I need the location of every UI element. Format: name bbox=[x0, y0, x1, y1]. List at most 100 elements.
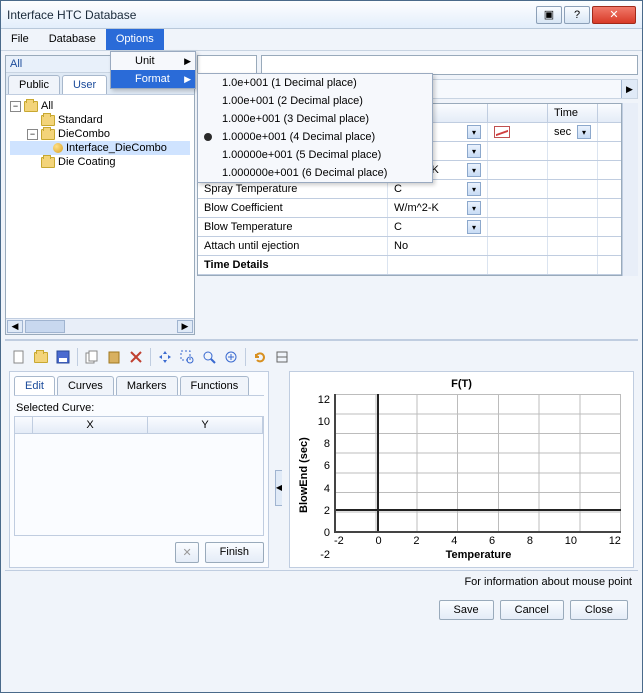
close-window-button[interactable]: ✕ bbox=[592, 6, 636, 24]
tab-edit[interactable]: Edit bbox=[14, 376, 55, 395]
curve-toolbar bbox=[5, 345, 638, 369]
tree-scrollbar-x[interactable]: ◀ ▶ bbox=[6, 318, 194, 334]
menu-database[interactable]: Database bbox=[39, 29, 106, 50]
format-option-2[interactable]: 1.00e+001 (2 Decimal place) bbox=[198, 92, 432, 110]
tree-tab-public[interactable]: Public bbox=[8, 75, 60, 94]
tick: 12 bbox=[312, 394, 330, 406]
chevron-down-icon[interactable]: ▾ bbox=[467, 182, 481, 196]
delete-button[interactable] bbox=[126, 347, 146, 367]
scroll-left-icon[interactable]: ◀ bbox=[7, 320, 23, 333]
format-option-label: 1.000000e+001 (6 Decimal place) bbox=[222, 167, 387, 179]
col-value bbox=[488, 104, 548, 122]
collapse-handle[interactable]: ◀ bbox=[275, 470, 282, 506]
splitter-h[interactable] bbox=[5, 339, 638, 341]
grid-row: Blow Temperature C▾ bbox=[198, 218, 621, 237]
tree-body[interactable]: − All Standard − DieCombo bbox=[6, 95, 194, 318]
finish-button[interactable]: Finish bbox=[205, 542, 264, 563]
tick: -2 bbox=[334, 535, 344, 547]
menu-file[interactable]: File bbox=[1, 29, 39, 50]
collapse-icon[interactable]: − bbox=[10, 101, 21, 112]
chevron-right-icon: ▶ bbox=[184, 56, 191, 67]
cell-value: sec bbox=[554, 126, 571, 138]
window-title: Interface HTC Database bbox=[7, 8, 536, 22]
tree-node-interface-diecombo[interactable]: Interface_DieCombo bbox=[10, 141, 190, 155]
chevron-down-icon[interactable]: ▾ bbox=[467, 144, 481, 158]
tab-functions[interactable]: Functions bbox=[180, 376, 250, 395]
tree-node-label: Standard bbox=[58, 114, 103, 126]
tree-node-standard[interactable]: Standard bbox=[10, 113, 190, 127]
scroll-right-icon[interactable]: ▶ bbox=[177, 320, 193, 333]
save-button[interactable] bbox=[53, 347, 73, 367]
tick: 12 bbox=[609, 535, 621, 547]
tree-panel: All Public User − All Standard bbox=[5, 55, 195, 335]
tree-node-diecombo[interactable]: − DieCombo bbox=[10, 127, 190, 141]
move-button[interactable] bbox=[155, 347, 175, 367]
reset-button[interactable] bbox=[250, 347, 270, 367]
cancel-button[interactable]: Cancel bbox=[500, 600, 564, 620]
format-option-1[interactable]: 1.0e+001 (1 Decimal place) bbox=[198, 74, 432, 92]
paste-button[interactable] bbox=[104, 347, 124, 367]
save-button[interactable]: Save bbox=[439, 600, 494, 620]
submenu-format[interactable]: Format▶ bbox=[111, 70, 195, 88]
scroll-track[interactable] bbox=[66, 319, 176, 334]
tree-root[interactable]: − All bbox=[10, 99, 190, 113]
scroll-thumb[interactable] bbox=[25, 320, 65, 333]
prop-unit-cell[interactable]: C▾ bbox=[388, 218, 488, 236]
zoom-button[interactable] bbox=[199, 347, 219, 367]
grid-row: Blow Coefficient W/m^2-K▾ bbox=[198, 199, 621, 218]
cell-spark[interactable] bbox=[488, 123, 548, 141]
fit-button[interactable] bbox=[221, 347, 241, 367]
chevron-down-icon[interactable]: ▾ bbox=[467, 201, 481, 215]
tree-node-label: DieCombo bbox=[58, 128, 110, 140]
cell-time-unit[interactable]: sec ▾ bbox=[548, 123, 598, 141]
prop-unit-cell[interactable]: W/m^2-K ▾ bbox=[388, 199, 488, 217]
tick: 2 bbox=[312, 505, 330, 517]
col-time: Time bbox=[548, 104, 598, 122]
delete-row-button[interactable]: ✕ bbox=[175, 542, 198, 563]
tab-markers[interactable]: Markers bbox=[116, 376, 178, 395]
format-option-6[interactable]: 1.000000e+001 (6 Decimal place) bbox=[198, 164, 432, 182]
chevron-down-icon[interactable]: ▾ bbox=[467, 125, 481, 139]
tree-tab-user[interactable]: User bbox=[62, 75, 107, 94]
chevron-down-icon[interactable]: ▾ bbox=[467, 163, 481, 177]
format-option-label: 1.000e+001 (3 Decimal place) bbox=[222, 113, 369, 125]
format-option-5[interactable]: 1.00000e+001 (5 Decimal place) bbox=[198, 146, 432, 164]
submenu-unit-label: Unit bbox=[135, 55, 155, 67]
grid-scrollbar-y[interactable] bbox=[622, 103, 638, 276]
tick: 2 bbox=[413, 535, 419, 547]
prop-name: Attach until ejection bbox=[198, 237, 388, 255]
close-button[interactable]: Close bbox=[570, 600, 628, 620]
tab-curves[interactable]: Curves bbox=[57, 376, 114, 395]
chevron-down-icon[interactable]: ▾ bbox=[467, 220, 481, 234]
axis-x-zero bbox=[336, 509, 621, 511]
cell-value: W/m^2-K bbox=[394, 202, 439, 214]
name-value-box[interactable] bbox=[261, 55, 638, 75]
tree-node-label: All bbox=[41, 100, 53, 112]
tick: -2 bbox=[312, 549, 330, 561]
copy-button[interactable] bbox=[82, 347, 102, 367]
grid-row: Attach until ejection No bbox=[198, 237, 621, 256]
submenu-unit[interactable]: Unit ▶ bbox=[111, 52, 195, 70]
col-y: Y bbox=[148, 417, 263, 433]
tick: 0 bbox=[376, 535, 382, 547]
collapse-icon[interactable]: − bbox=[27, 129, 38, 140]
scroll-right-icon[interactable]: ▶ bbox=[621, 80, 637, 98]
restore-button[interactable]: ▣ bbox=[536, 6, 562, 24]
tick: 6 bbox=[489, 535, 495, 547]
close-icon: ✕ bbox=[609, 8, 618, 21]
format-option-label: 1.0e+001 (1 Decimal place) bbox=[222, 77, 357, 89]
settings-button[interactable] bbox=[272, 347, 292, 367]
prop-name: Time Details bbox=[198, 256, 388, 274]
menu-options[interactable]: Options bbox=[106, 29, 164, 50]
format-option-4[interactable]: 1.0000e+001 (4 Decimal place) bbox=[198, 128, 432, 146]
format-option-3[interactable]: 1.000e+001 (3 Decimal place) bbox=[198, 110, 432, 128]
chevron-down-icon[interactable]: ▾ bbox=[577, 125, 591, 139]
tick: 8 bbox=[312, 438, 330, 450]
new-button[interactable] bbox=[9, 347, 29, 367]
open-button[interactable] bbox=[31, 347, 51, 367]
chart-plot-area[interactable] bbox=[334, 394, 621, 533]
zoom-area-button[interactable] bbox=[177, 347, 197, 367]
tree-node-diecoating[interactable]: Die Coating bbox=[10, 155, 190, 169]
xy-grid[interactable]: X Y bbox=[14, 416, 264, 536]
help-button[interactable]: ? bbox=[564, 6, 590, 24]
